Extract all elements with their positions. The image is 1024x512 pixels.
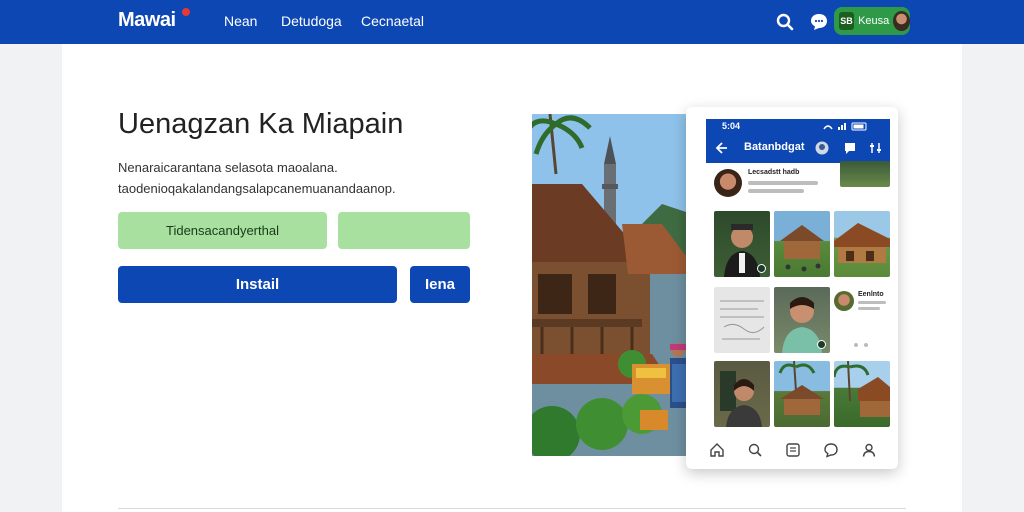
search-icon[interactable]: [774, 11, 796, 33]
profile-icon[interactable]: [814, 140, 830, 156]
page-title: Uenagzan Ka Miapain: [118, 108, 404, 140]
feed-post[interactable]: Eenlnto: [834, 289, 890, 325]
photo-tile[interactable]: [714, 211, 770, 277]
message-icon[interactable]: [842, 140, 858, 156]
divider: [118, 508, 906, 509]
post-thumbnail[interactable]: [840, 161, 890, 187]
avatar: [834, 291, 854, 311]
nav-link-cecnaetal[interactable]: Cecnaetal: [361, 13, 424, 29]
comments-icon[interactable]: [822, 441, 840, 459]
photo-tile[interactable]: [834, 361, 890, 427]
secondary-blue-button[interactable]: Iena: [410, 266, 470, 303]
more-dots: [854, 343, 894, 349]
phone-app-header: Batanbdgat: [706, 133, 890, 163]
photo-tile[interactable]: [834, 211, 890, 277]
hero-description-line-2: taodenioqakalandangsalapcanemuanandaanop…: [118, 181, 396, 196]
phone-bottom-nav: [700, 437, 886, 463]
content-card: Uenagzan Ka Miapain Nenaraicarantana sel…: [62, 44, 962, 512]
phone-mockup: 5:04 Batanbdgat Lecsadstt hadb Eenlnto: [686, 107, 898, 469]
post-title: Eenlnto: [858, 291, 884, 298]
account-badge: SB: [839, 12, 855, 30]
chat-icon[interactable]: [808, 11, 830, 33]
green-action-button[interactable]: Tidensacandyerthal: [118, 212, 327, 249]
app-logo[interactable]: Mawai: [118, 9, 176, 32]
status-dot: [757, 264, 766, 273]
account-label: Keusa: [858, 15, 890, 27]
top-navigation-bar: Mawai Nean Detudoga Cecnaetal SB Keusa: [0, 0, 1024, 44]
account-button[interactable]: SB Keusa: [834, 7, 910, 35]
hero-description-line-1: Nenaraicarantana selasota maoalana.: [118, 160, 338, 175]
phone-status-bar: 5:04: [706, 119, 890, 133]
village-photo: [532, 114, 692, 456]
notification-dot: [182, 8, 190, 16]
post-title: Lecsadstt hadb: [748, 169, 800, 176]
post-text-line: [748, 189, 804, 193]
post-text-line: [748, 181, 818, 185]
avatar: [893, 11, 910, 31]
photo-tile[interactable]: [714, 361, 770, 427]
photo-tile[interactable]: [774, 211, 830, 277]
user-profile-icon[interactable]: [860, 441, 878, 459]
status-time: 5:04: [722, 121, 741, 131]
green-secondary-button[interactable]: [338, 212, 470, 249]
create-post-icon[interactable]: [784, 441, 802, 459]
photo-tile[interactable]: [774, 287, 830, 353]
nav-link-nean[interactable]: Nean: [224, 13, 257, 29]
filter-icon[interactable]: [868, 140, 884, 156]
phone-screen-title: Batanbdgat: [744, 141, 805, 153]
back-arrow-icon[interactable]: [714, 140, 730, 156]
search-icon[interactable]: [746, 441, 764, 459]
post-text-line: [858, 307, 880, 310]
avatar: [714, 169, 742, 197]
status-dot: [817, 340, 826, 349]
feed-post[interactable]: Lecsadstt hadb: [714, 167, 854, 203]
sketch-tile[interactable]: [714, 287, 770, 353]
nav-link-detudoga[interactable]: Detudoga: [281, 13, 342, 29]
install-button[interactable]: Instail: [118, 266, 397, 303]
photo-tile[interactable]: [774, 361, 830, 427]
home-icon[interactable]: [708, 441, 726, 459]
post-text-line: [858, 301, 886, 304]
